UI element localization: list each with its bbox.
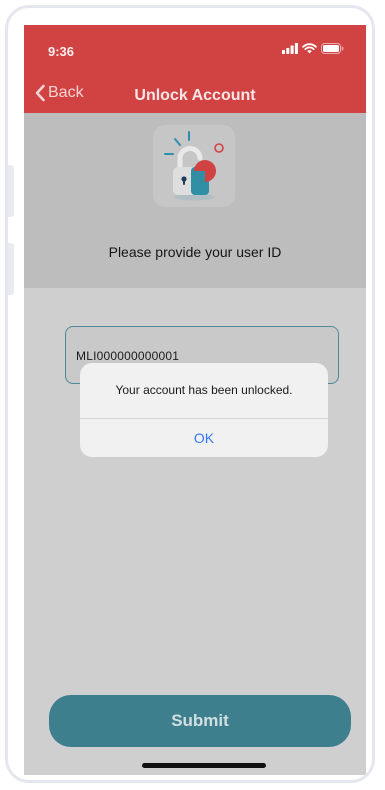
alert-message: Your account has been unlocked.	[115, 383, 293, 397]
signal-icon	[282, 43, 298, 54]
page-title: Unlock Account	[134, 87, 256, 104]
unlock-success-alert: Your account has been unlocked. OK	[80, 363, 328, 457]
header-bar: 9:36 Back Unlock Account	[24, 25, 366, 113]
side-button	[8, 165, 14, 217]
alert-ok-button[interactable]: OK	[80, 419, 328, 457]
instruction-text: Please provide your user ID	[108, 244, 282, 260]
status-time: 9:36	[48, 44, 75, 59]
unlock-illustration	[153, 125, 235, 207]
app-screen: 9:36 Back Unlock Account Please provide …	[24, 25, 366, 775]
battery-icon	[321, 43, 344, 54]
submit-button[interactable]: Submit	[49, 695, 351, 747]
wifi-icon	[302, 43, 317, 54]
phone-frame: 9:36 Back Unlock Account Please provide …	[5, 5, 375, 783]
home-indicator	[142, 763, 266, 768]
side-button	[8, 243, 14, 295]
unlock-padlock-icon	[164, 131, 224, 201]
status-icons	[282, 43, 344, 54]
